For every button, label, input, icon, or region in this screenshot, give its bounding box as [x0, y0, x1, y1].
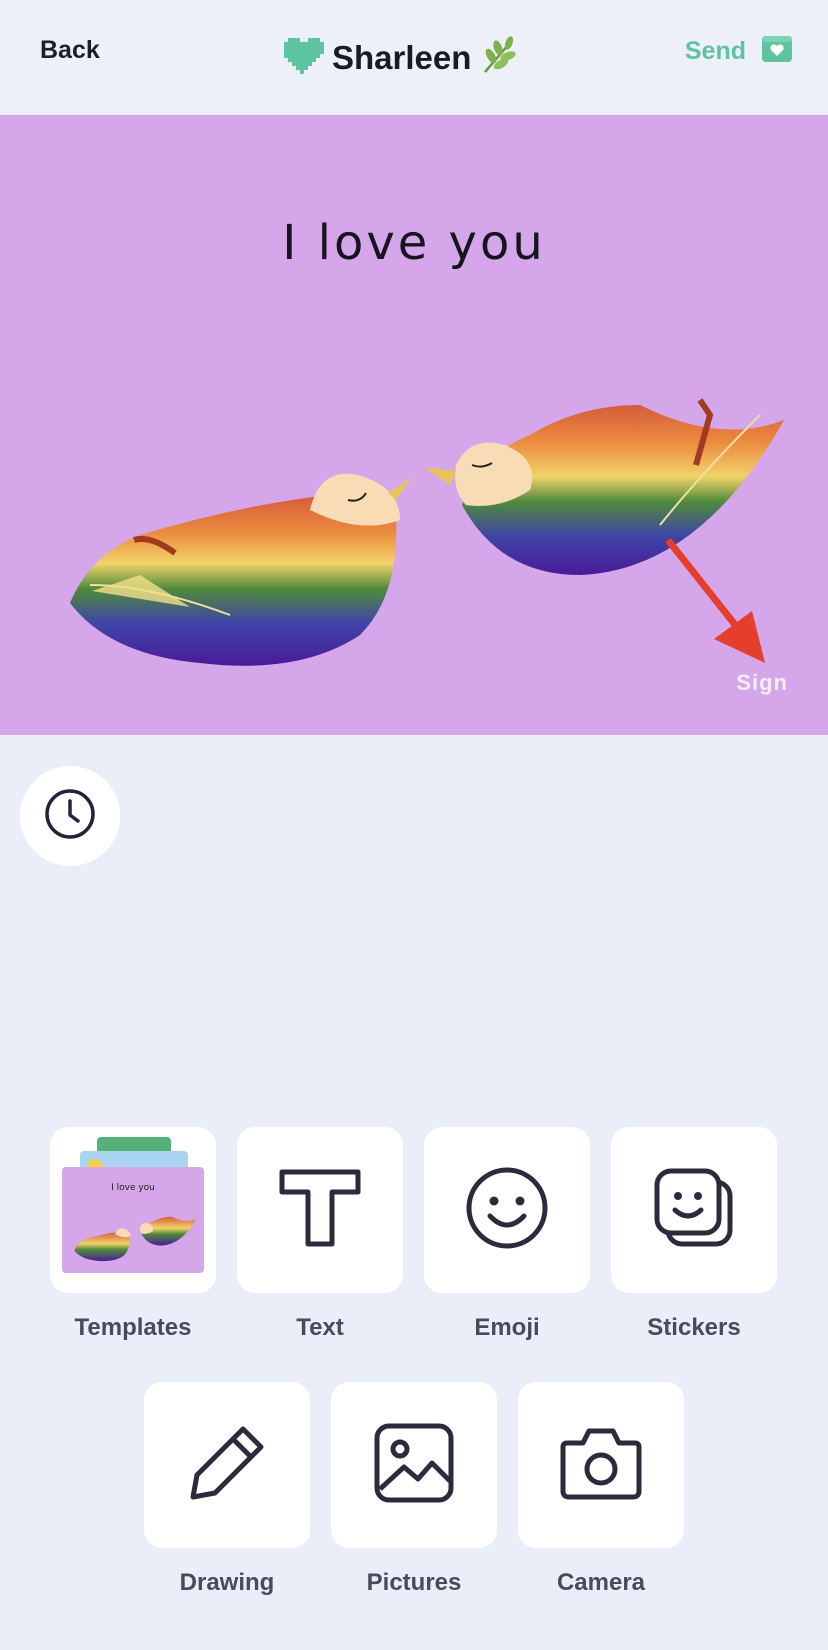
templates-tool[interactable]: I love you: [50, 1127, 216, 1293]
templates-label: Templates: [74, 1314, 192, 1341]
top-bar: Back Sharleen Send: [0, 0, 828, 115]
emoji-label: Emoji: [474, 1314, 540, 1341]
camera-tool[interactable]: [518, 1382, 684, 1548]
history-button[interactable]: [20, 766, 120, 866]
text-icon: [278, 1168, 362, 1253]
card-canvas[interactable]: I love you Sign: [0, 115, 828, 735]
leaf-icon: [479, 35, 519, 81]
stickers-label: Stickers: [647, 1314, 741, 1341]
drawing-label: Drawing: [179, 1569, 275, 1596]
envelope-heart-icon: [762, 36, 792, 67]
rainbow-birds-illustration: [70, 398, 784, 666]
pictures-label: Pictures: [366, 1569, 462, 1596]
left-bird: [70, 473, 412, 666]
right-bird: [424, 398, 784, 575]
image-icon: [372, 1421, 456, 1510]
pencil-icon: [185, 1421, 269, 1510]
arrow-icon: [665, 537, 765, 663]
emoji-tool[interactable]: [424, 1127, 590, 1293]
template-thumbnail: I love you: [50, 1127, 216, 1293]
stickers-tool[interactable]: [611, 1127, 777, 1293]
recipient-title: Sharleen: [284, 34, 519, 82]
send-button[interactable]: Send: [685, 36, 792, 67]
pictures-tool[interactable]: [331, 1382, 497, 1548]
sign-button[interactable]: Sign: [736, 670, 788, 696]
text-label: Text: [296, 1314, 344, 1341]
camera-label: Camera: [556, 1569, 646, 1596]
camera-icon: [559, 1425, 643, 1506]
text-tool[interactable]: [237, 1127, 403, 1293]
smiley-icon: [465, 1166, 549, 1255]
sticker-icon: [652, 1166, 736, 1255]
recipient-name: Sharleen: [332, 39, 472, 76]
send-label: Send: [684, 37, 746, 65]
back-button[interactable]: Back: [40, 36, 100, 65]
pixel-heart-icon: [284, 37, 324, 79]
drawing-tool[interactable]: [144, 1382, 310, 1548]
clock-icon: [44, 788, 96, 845]
